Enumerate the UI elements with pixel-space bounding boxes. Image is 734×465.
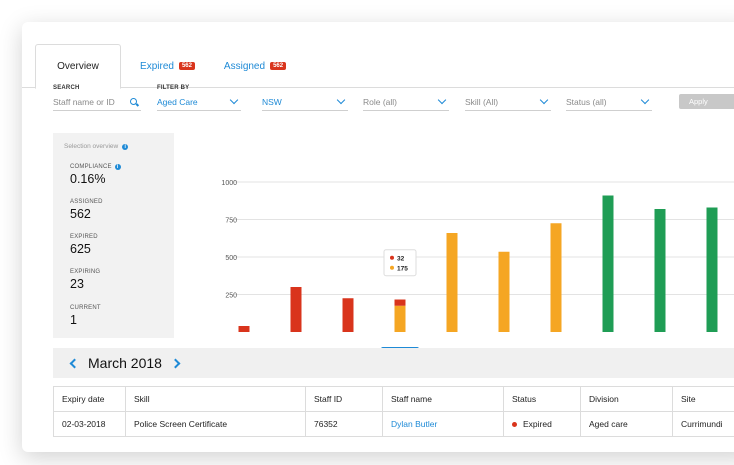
tab-expired-label: Expired: [140, 60, 174, 72]
selection-overview-title: Selection overview i: [64, 143, 129, 150]
col-division[interactable]: Division: [580, 387, 672, 411]
skill-value: Skill (All): [465, 97, 499, 107]
selection-overview-panel: Selection overview i COMPLIANCE i 0.16% A…: [53, 133, 174, 338]
month-navigation: March 2018: [53, 348, 734, 378]
staff-name-link[interactable]: Dylan Butler: [391, 419, 437, 429]
stat-expired-label: EXPIRED: [70, 234, 98, 240]
search-placeholder: Staff name or ID: [53, 97, 115, 107]
chevron-down-icon: [229, 95, 239, 105]
bar: [238, 326, 250, 332]
search-input[interactable]: Staff name or ID: [53, 94, 141, 111]
expiry-table: Expiry date Skill Staff ID Staff name St…: [53, 386, 734, 437]
cell-staff-id: 76352: [305, 412, 382, 436]
compliance-card: Overview Expired 562 Assigned 562 SEARCH…: [22, 22, 734, 452]
state-value: NSW: [262, 97, 282, 107]
chevron-down-icon: [539, 95, 549, 105]
tooltip-value: 175: [397, 265, 408, 272]
table-row[interactable]: 02-03-2018 Police Screen Certificate 763…: [53, 412, 734, 437]
col-status[interactable]: Status: [503, 387, 580, 411]
skill-select[interactable]: Skill (All): [465, 94, 551, 111]
selection-overview-label: Selection overview: [64, 143, 119, 150]
stat-expiring: EXPIRING 23: [70, 269, 100, 291]
chart-svg: 2505007501000DEC 17JAN 18FEB 18MAR 18321…: [221, 180, 734, 360]
tab-assigned[interactable]: Assigned 562: [215, 44, 295, 88]
role-select[interactable]: Role (all): [363, 94, 449, 111]
cell-division: Aged care: [580, 412, 672, 436]
tab-bar: Overview Expired 562 Assigned 562: [22, 44, 734, 89]
bar: [550, 223, 562, 332]
role-value: Role (all): [363, 97, 398, 107]
search-icon[interactable]: [130, 97, 139, 107]
tab-expired-badge: 562: [178, 62, 195, 70]
apply-button[interactable]: Apply: [679, 94, 734, 109]
chevron-right-icon[interactable]: [170, 358, 181, 368]
bar: [446, 233, 458, 332]
col-expiry-date[interactable]: Expiry date: [53, 387, 125, 411]
stat-expired-value: 625: [70, 242, 91, 256]
tooltip-dot: [390, 265, 394, 270]
table-header: Expiry date Skill Staff ID Staff name St…: [53, 387, 734, 412]
stat-current-value: 1: [70, 313, 77, 327]
stat-assigned-value: 562: [70, 207, 91, 221]
search-label: SEARCH: [53, 85, 80, 91]
info-icon[interactable]: i: [122, 143, 129, 150]
tooltip-value: 32: [397, 255, 405, 262]
tab-expired[interactable]: Expired 562: [130, 44, 205, 88]
division-select[interactable]: Aged Care: [157, 94, 241, 111]
stat-compliance: COMPLIANCE i 0.16%: [70, 164, 121, 186]
monthly-compliance-chart: 2505007501000DEC 17JAN 18FEB 18MAR 18321…: [182, 162, 734, 360]
status-dot: [512, 421, 517, 427]
bar: [394, 305, 406, 332]
cell-site: Currimundi: [672, 412, 734, 436]
chevron-down-icon: [336, 95, 346, 105]
bar: [602, 195, 614, 332]
bar: [342, 298, 354, 332]
stat-expired: EXPIRED 625: [70, 234, 98, 256]
bar: [706, 207, 718, 332]
month-title: March 2018: [88, 355, 162, 371]
y-tick-label: 1000: [221, 180, 237, 187]
stat-compliance-label: COMPLIANCE: [70, 164, 112, 170]
col-skill[interactable]: Skill: [125, 387, 305, 411]
tab-overview-label: Overview: [57, 61, 99, 72]
y-tick-label: 750: [225, 218, 237, 225]
cell-skill: Police Screen Certificate: [125, 412, 305, 436]
stat-current-label: CURRENT: [70, 305, 101, 311]
y-tick-label: 250: [225, 293, 237, 300]
col-site[interactable]: Site: [672, 387, 734, 411]
stat-current: CURRENT 1: [70, 305, 101, 327]
cell-status: Expired: [503, 412, 580, 436]
info-icon[interactable]: i: [114, 164, 121, 170]
col-staff-id[interactable]: Staff ID: [305, 387, 382, 411]
tab-overview[interactable]: Overview: [35, 44, 121, 89]
tooltip-dot: [390, 255, 394, 260]
bar: [394, 299, 406, 306]
division-value: Aged Care: [157, 97, 198, 107]
filter-by-label: FILTER BY: [157, 85, 190, 91]
stat-expiring-label: EXPIRING: [70, 269, 101, 275]
cell-expiry-date: 02-03-2018: [53, 412, 125, 436]
col-staff-name[interactable]: Staff name: [382, 387, 503, 411]
chevron-down-icon: [437, 95, 447, 105]
bar: [290, 287, 302, 332]
stat-assigned-label: ASSIGNED: [70, 199, 103, 205]
y-tick-label: 500: [225, 255, 237, 262]
status-select[interactable]: Status (all): [566, 94, 652, 111]
stat-compliance-value: 0.16%: [70, 172, 106, 186]
stat-assigned: ASSIGNED 562: [70, 199, 103, 221]
bar: [498, 251, 510, 332]
tab-assigned-badge: 562: [270, 62, 287, 70]
chevron-left-icon[interactable]: [69, 358, 80, 368]
bar: [654, 209, 666, 332]
cell-staff-name: Dylan Butler: [382, 412, 503, 436]
stat-expiring-value: 23: [70, 277, 84, 291]
state-select[interactable]: NSW: [262, 94, 348, 111]
status-value: Status (all): [566, 97, 607, 107]
chevron-down-icon: [640, 95, 650, 105]
status-text: Expired: [523, 419, 552, 429]
tab-assigned-label: Assigned: [223, 60, 266, 72]
